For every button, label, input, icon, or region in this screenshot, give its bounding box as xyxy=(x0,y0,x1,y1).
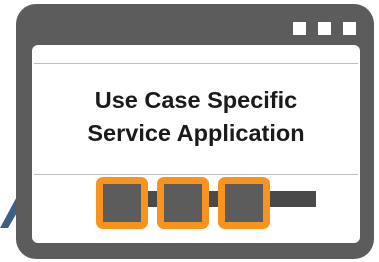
window-control-dot xyxy=(343,22,356,35)
title-line-2: Service Application xyxy=(87,120,305,146)
component-box-3 xyxy=(218,177,270,229)
title-banner: Use Case Specific Service Application xyxy=(34,63,358,175)
component-box-2 xyxy=(157,177,209,229)
window-control-dot xyxy=(293,22,306,35)
application-title: Use Case Specific Service Application xyxy=(34,84,358,150)
window-controls xyxy=(293,22,356,35)
component-box-1 xyxy=(96,177,148,229)
window-control-dot xyxy=(318,22,331,35)
title-line-1: Use Case Specific xyxy=(94,87,298,113)
diagram-stage: Use Case Specific Service Application xyxy=(0,0,379,262)
application-window: Use Case Specific Service Application xyxy=(16,4,374,259)
window-content: Use Case Specific Service Application xyxy=(32,45,360,243)
